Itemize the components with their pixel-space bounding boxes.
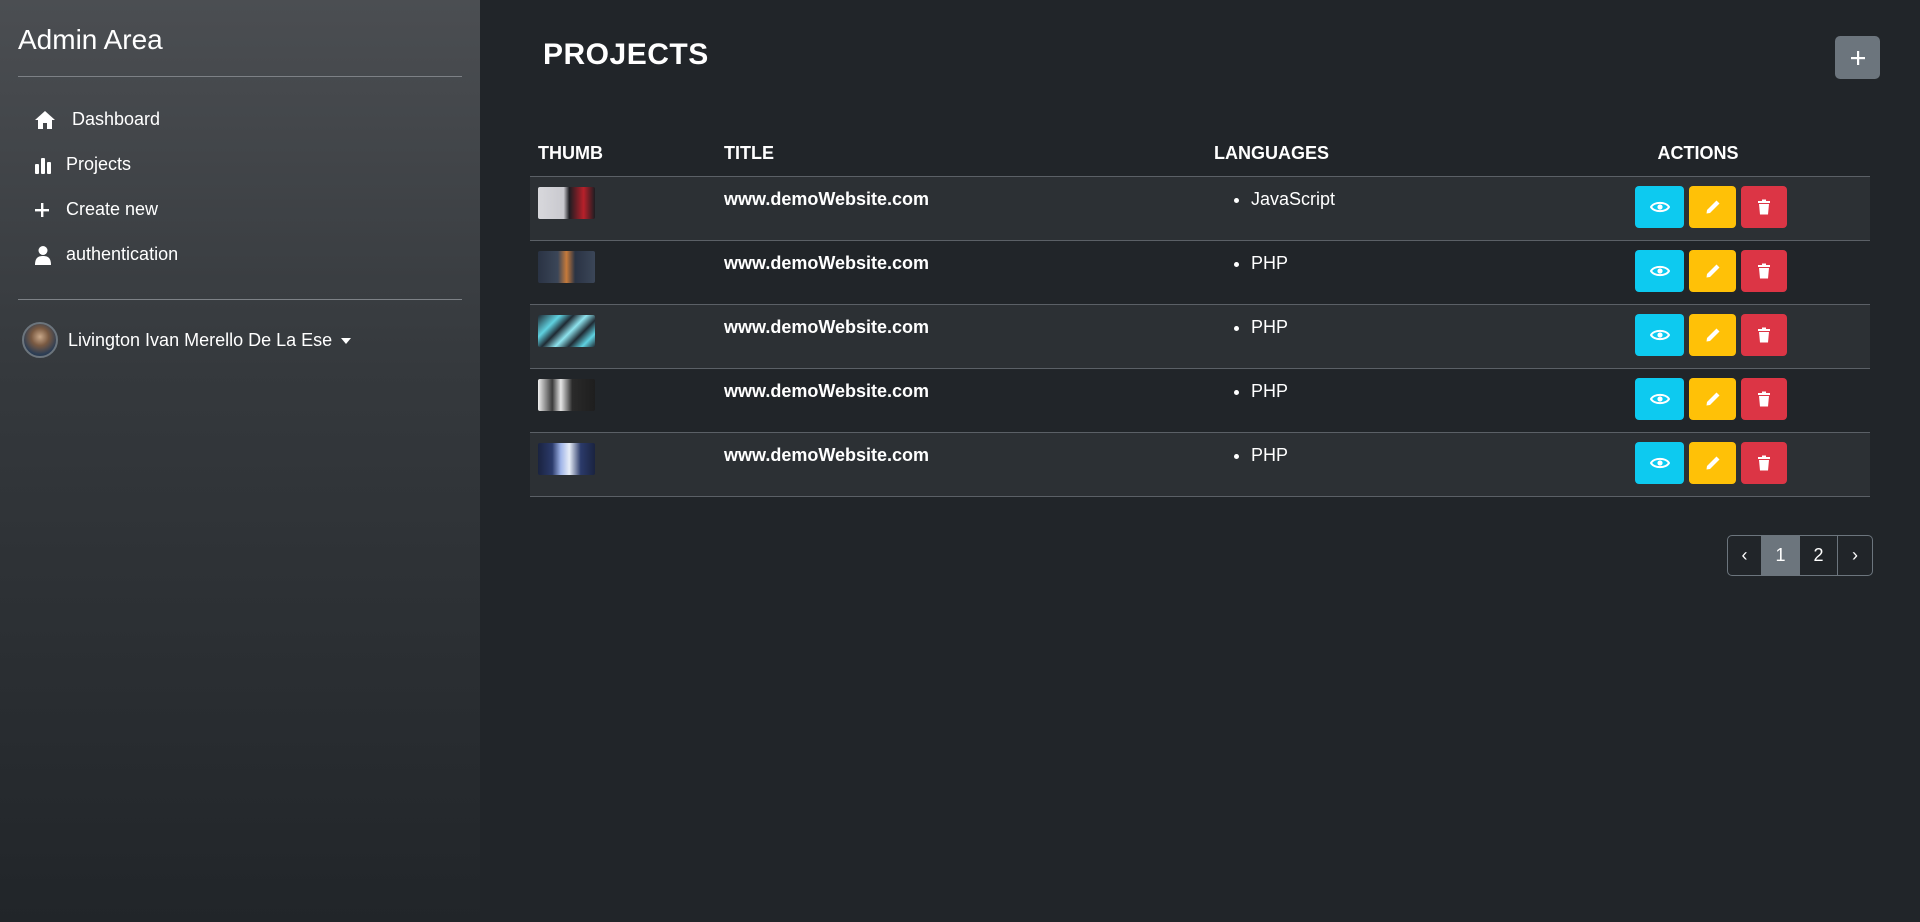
delete-button[interactable]	[1741, 186, 1787, 228]
project-title: www.demoWebsite.com	[724, 317, 930, 337]
project-title: www.demoWebsite.com	[724, 381, 930, 401]
edit-button[interactable]	[1689, 442, 1736, 484]
pencil-icon	[1706, 200, 1719, 214]
pagination-next[interactable]: ›	[1838, 535, 1873, 576]
sidebar-item-label: Create new	[66, 199, 159, 219]
project-thumbnail	[538, 443, 595, 475]
table-row: www.demoWebsite.com PHP	[530, 241, 1870, 305]
eye-icon	[1649, 393, 1670, 405]
user-name: Livington Ivan Merello De La Ese	[68, 329, 333, 350]
eye-icon	[1649, 265, 1670, 277]
plus-icon	[1850, 50, 1865, 65]
edit-button[interactable]	[1689, 378, 1736, 420]
delete-button[interactable]	[1741, 442, 1787, 484]
user-icon	[34, 244, 60, 266]
trash-icon	[1758, 199, 1770, 215]
column-header-title: TITLE	[716, 132, 1206, 177]
main-content: PROJECTS THUMB TITLE LANGUAGES ACTIONS w…	[480, 0, 1920, 922]
avatar	[22, 322, 58, 358]
pagination-page-1[interactable]: 1	[1762, 535, 1800, 576]
eye-icon	[1649, 201, 1670, 213]
project-title: www.demoWebsite.com	[724, 253, 930, 273]
column-header-thumb: THUMB	[530, 132, 716, 177]
sidebar: Admin Area Dashboard Projects Create new	[0, 0, 480, 922]
pagination-prev[interactable]: ‹	[1727, 535, 1762, 576]
page-title: PROJECTS	[543, 38, 709, 71]
sidebar-item-label: authentication	[66, 244, 179, 264]
sidebar-item-dashboard[interactable]: Dashboard	[18, 97, 462, 142]
sidebar-item-label: Projects	[66, 154, 132, 174]
sidebar-nav: Dashboard Projects Create new authentica…	[18, 77, 462, 300]
add-project-button[interactable]	[1835, 36, 1880, 79]
table-header-row: THUMB TITLE LANGUAGES ACTIONS	[530, 132, 1870, 177]
trash-icon	[1758, 391, 1770, 407]
edit-button[interactable]	[1689, 314, 1736, 356]
project-thumbnail	[538, 315, 595, 347]
table-row: www.demoWebsite.com JavaScript	[530, 176, 1870, 241]
bar-chart-icon	[34, 154, 60, 176]
project-title: www.demoWebsite.com	[724, 445, 930, 465]
project-title: www.demoWebsite.com	[724, 189, 930, 209]
pagination: ‹ 1 2 ›	[1727, 535, 1873, 576]
trash-icon	[1758, 455, 1770, 471]
brand-title: Admin Area	[18, 22, 462, 77]
sidebar-item-create-new[interactable]: Create new	[18, 187, 462, 232]
project-thumbnail	[538, 251, 595, 283]
chevron-down-icon	[341, 337, 352, 344]
column-header-languages: LANGUAGES	[1206, 132, 1526, 177]
delete-button[interactable]	[1741, 250, 1787, 292]
projects-table: THUMB TITLE LANGUAGES ACTIONS www.demoWe…	[530, 132, 1870, 497]
trash-icon	[1758, 263, 1770, 279]
delete-button[interactable]	[1741, 314, 1787, 356]
pagination-page-2[interactable]: 2	[1800, 535, 1838, 576]
delete-button[interactable]	[1741, 378, 1787, 420]
user-menu[interactable]: Livington Ivan Merello De La Ese	[18, 300, 462, 358]
language-item: JavaScript	[1251, 189, 1518, 210]
language-item: PHP	[1251, 317, 1518, 338]
page-header: PROJECTS	[530, 0, 1880, 132]
view-button[interactable]	[1635, 378, 1684, 420]
project-thumbnail	[538, 379, 595, 411]
sidebar-item-authentication[interactable]: authentication	[18, 232, 462, 277]
view-button[interactable]	[1635, 186, 1684, 228]
trash-icon	[1758, 327, 1770, 343]
eye-icon	[1649, 457, 1670, 469]
language-item: PHP	[1251, 445, 1518, 466]
view-button[interactable]	[1635, 314, 1684, 356]
plus-icon	[34, 199, 60, 221]
pencil-icon	[1706, 264, 1719, 278]
sidebar-item-label: Dashboard	[72, 109, 161, 129]
sidebar-item-projects[interactable]: Projects	[18, 142, 462, 187]
language-item: PHP	[1251, 253, 1518, 274]
column-header-actions: ACTIONS	[1526, 132, 1870, 177]
table-row: www.demoWebsite.com PHP	[530, 369, 1870, 433]
project-thumbnail	[538, 187, 595, 219]
pencil-icon	[1706, 392, 1719, 406]
table-row: www.demoWebsite.com PHP	[530, 432, 1870, 497]
edit-button[interactable]	[1689, 186, 1736, 228]
pencil-icon	[1706, 456, 1719, 470]
language-item: PHP	[1251, 381, 1518, 402]
pencil-icon	[1706, 328, 1719, 342]
home-icon	[34, 109, 60, 131]
view-button[interactable]	[1635, 442, 1684, 484]
view-button[interactable]	[1635, 250, 1684, 292]
table-row: www.demoWebsite.com PHP	[530, 304, 1870, 369]
eye-icon	[1649, 329, 1670, 341]
edit-button[interactable]	[1689, 250, 1736, 292]
